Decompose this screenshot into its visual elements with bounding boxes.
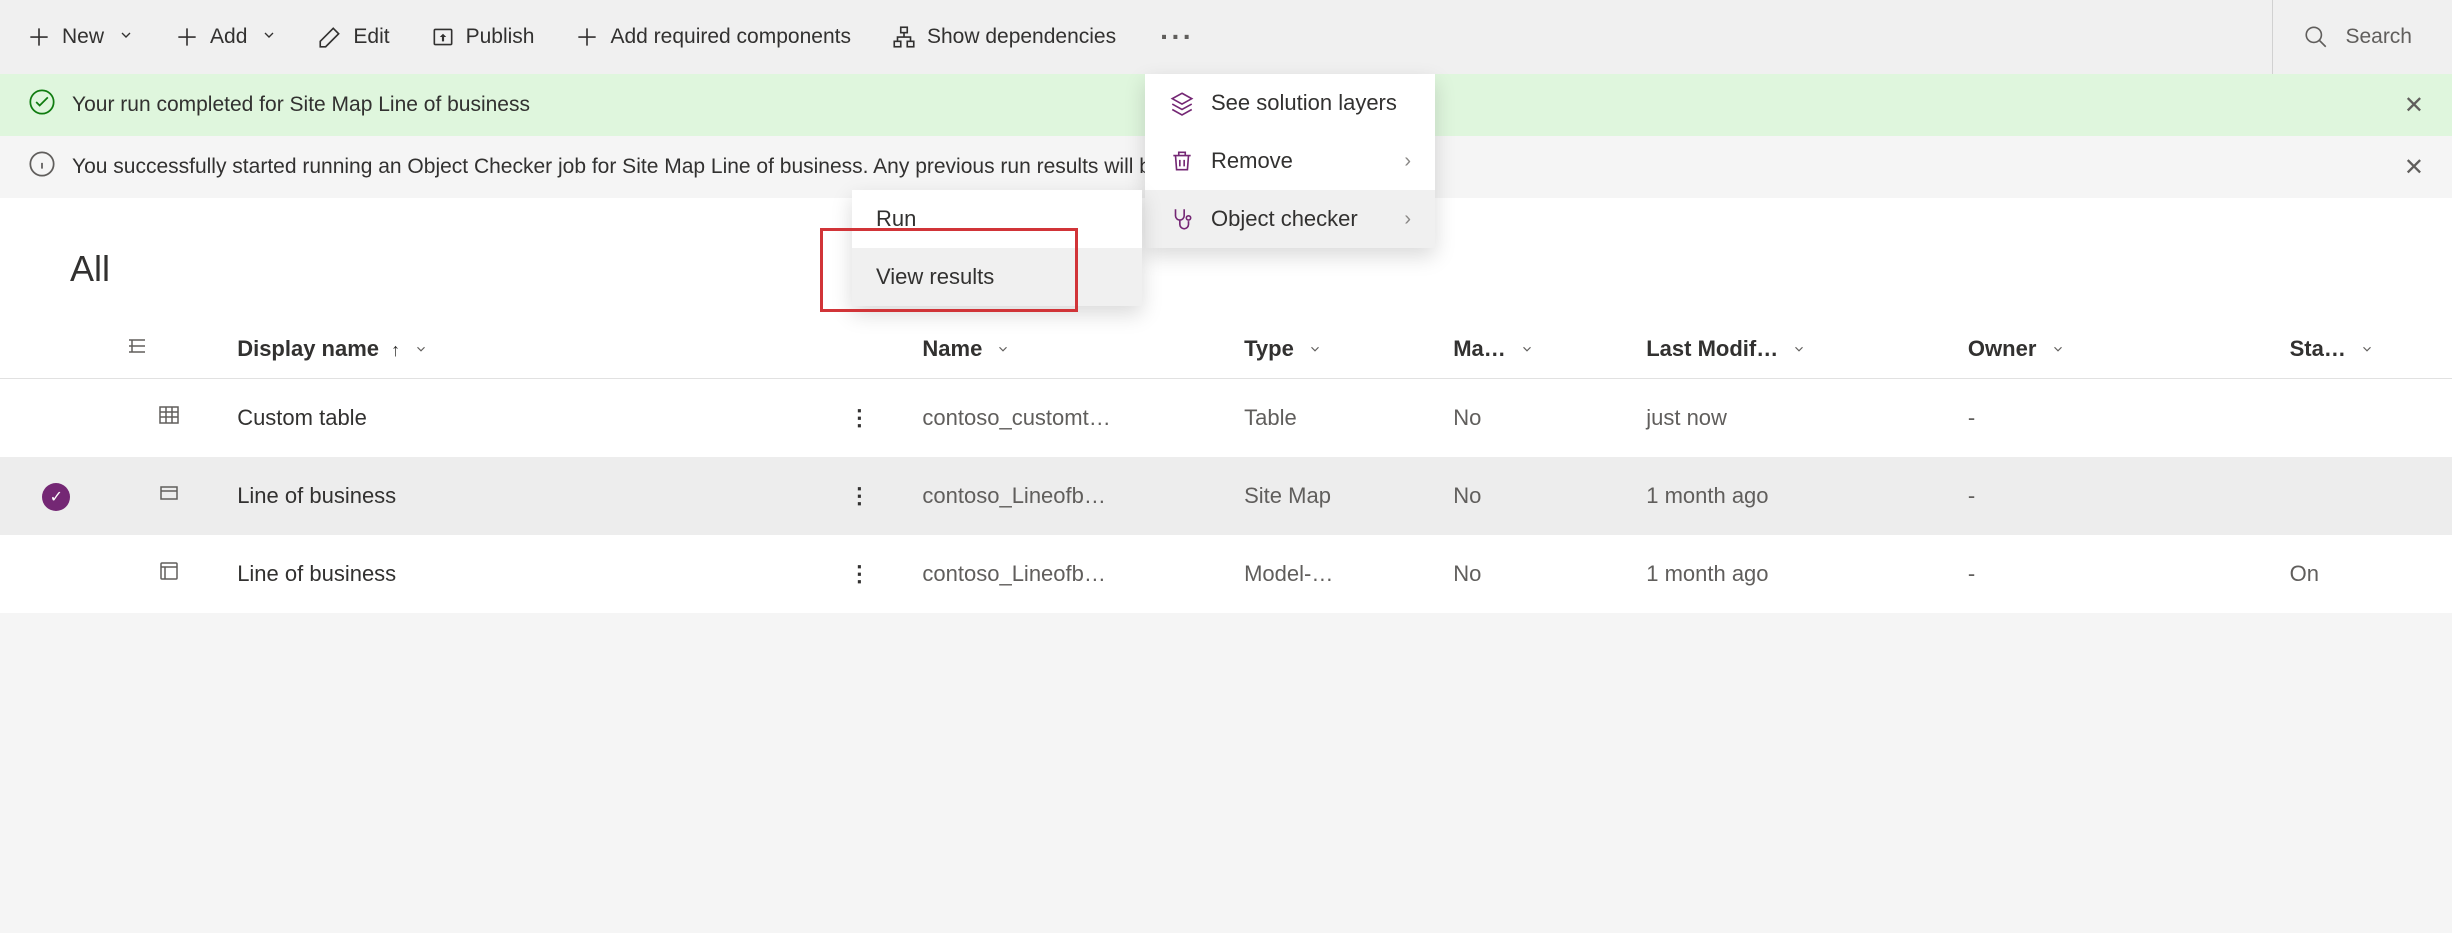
new-button[interactable]: New [10, 0, 150, 74]
context-submenu: Run View results [852, 190, 1142, 306]
last-modified: just now [1634, 379, 1956, 458]
type: Table [1232, 379, 1441, 458]
column-icon[interactable] [113, 320, 226, 379]
menu-view-results[interactable]: View results [852, 248, 1142, 306]
checkmark-icon: ✓ [42, 483, 70, 511]
table-row[interactable]: Line of business ⋮ contoso_Lineofb… Mode… [0, 535, 2452, 613]
column-name[interactable]: Name [910, 320, 1232, 379]
new-label: New [62, 25, 104, 49]
column-status[interactable]: Sta… [2278, 320, 2452, 379]
chevron-down-icon [1520, 343, 1534, 360]
show-deps-label: Show dependencies [927, 25, 1116, 49]
context-menu: See solution layers Remove › Object chec… [1145, 74, 1435, 248]
last-modified: 1 month ago [1634, 457, 1956, 535]
name: contoso_customt… [910, 379, 1232, 458]
plus-icon [574, 24, 600, 50]
checkmark-circle-icon [28, 88, 56, 122]
menu-see-solution-layers[interactable]: See solution layers [1145, 74, 1435, 132]
chevron-down-icon [414, 343, 428, 360]
search-icon [2303, 24, 2329, 50]
add-button[interactable]: Add [158, 0, 293, 74]
column-type[interactable]: Type [1232, 320, 1441, 379]
add-required-button[interactable]: Add required components [558, 0, 867, 74]
dependencies-icon [891, 24, 917, 50]
menu-remove[interactable]: Remove › [1145, 132, 1435, 190]
table-type-icon [113, 379, 226, 458]
app-type-icon [113, 535, 226, 613]
menu-run[interactable]: Run [852, 190, 1142, 248]
add-required-label: Add required components [610, 25, 851, 49]
chevron-down-icon [261, 27, 277, 48]
managed: No [1441, 535, 1634, 613]
close-icon[interactable]: ✕ [2404, 91, 2424, 120]
table-row[interactable]: Custom table ⋮ contoso_customt… Table No… [0, 379, 2452, 458]
add-label: Add [210, 25, 247, 49]
column-last-modified[interactable]: Last Modif… [1634, 320, 1956, 379]
name: contoso_Lineofb… [910, 535, 1232, 613]
show-dependencies-button[interactable]: Show dependencies [875, 0, 1132, 74]
row-checkbox[interactable] [0, 535, 113, 613]
owner: - [1956, 379, 2278, 458]
row-checkbox[interactable] [0, 379, 113, 458]
chevron-right-icon: › [1404, 150, 1411, 173]
command-bar: New Add Edit Publish Add required compon… [0, 0, 2452, 74]
info-circle-icon [28, 150, 56, 184]
column-owner[interactable]: Owner [1956, 320, 2278, 379]
row-checkbox[interactable]: ✓ [0, 457, 113, 535]
type: Site Map [1232, 457, 1441, 535]
column-managed[interactable]: Ma… [1441, 320, 1634, 379]
trash-icon [1169, 148, 1195, 174]
name: contoso_Lineofb… [910, 457, 1232, 535]
managed: No [1441, 457, 1634, 535]
plus-icon [174, 24, 200, 50]
type: Model-… [1232, 535, 1441, 613]
column-select[interactable] [0, 320, 113, 379]
overflow-button[interactable]: ··· [1140, 13, 1214, 61]
managed: No [1441, 379, 1634, 458]
display-name: Line of business [225, 457, 836, 535]
display-name: Custom table [225, 379, 836, 458]
stethoscope-icon [1169, 206, 1195, 232]
sitemap-type-icon [113, 457, 226, 535]
chevron-down-icon [996, 343, 1010, 360]
solution-items-table: Display name ↑ Name Type [0, 320, 2452, 613]
publish-label: Publish [466, 25, 535, 49]
owner: - [1956, 535, 2278, 613]
chevron-down-icon [1792, 343, 1806, 360]
menu-object-checker[interactable]: Object checker › [1145, 190, 1435, 248]
row-more-button[interactable]: ⋮ [836, 379, 910, 458]
status: On [2278, 535, 2452, 613]
publish-icon [430, 24, 456, 50]
chevron-down-icon [2051, 343, 2065, 360]
notification-text: You successfully started running an Obje… [72, 155, 1275, 179]
search-box[interactable]: Search [2272, 0, 2442, 74]
edit-label: Edit [353, 25, 389, 49]
search-placeholder: Search [2345, 25, 2412, 49]
status [2278, 457, 2452, 535]
row-more-button[interactable]: ⋮ [836, 457, 910, 535]
publish-button[interactable]: Publish [414, 0, 551, 74]
table-row[interactable]: ✓ Line of business ⋮ contoso_Lineofb… Si… [0, 457, 2452, 535]
chevron-down-icon [2360, 343, 2374, 360]
notification-text: Your run completed for Site Map Line of … [72, 93, 530, 117]
layers-icon [1169, 90, 1195, 116]
chevron-right-icon: › [1404, 208, 1411, 231]
status [2278, 379, 2452, 458]
last-modified: 1 month ago [1634, 535, 1956, 613]
chevron-down-icon [1308, 343, 1322, 360]
row-more-button[interactable]: ⋮ [836, 535, 910, 613]
owner: - [1956, 457, 2278, 535]
display-name: Line of business [225, 535, 836, 613]
plus-icon [26, 24, 52, 50]
close-icon[interactable]: ✕ [2404, 153, 2424, 182]
chevron-down-icon [118, 27, 134, 48]
sort-up-icon: ↑ [391, 340, 400, 360]
edit-button[interactable]: Edit [301, 0, 405, 74]
pencil-icon [317, 24, 343, 50]
content-area: All Display name ↑ Name [0, 198, 2452, 613]
column-display-name[interactable]: Display name ↑ [225, 320, 836, 379]
